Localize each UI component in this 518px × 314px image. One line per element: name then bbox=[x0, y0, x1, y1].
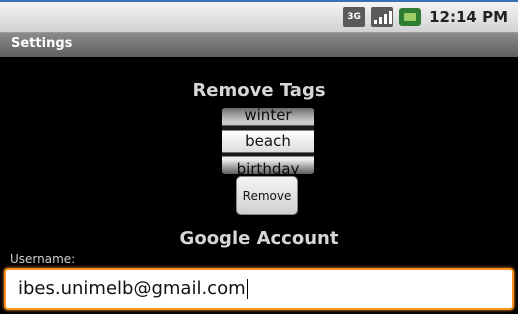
picker-item-winter[interactable]: winter bbox=[222, 108, 314, 126]
remove-tags-heading: Remove Tags bbox=[192, 80, 326, 101]
username-label: Username: bbox=[10, 252, 76, 266]
network-3g-icon: 3G bbox=[343, 7, 366, 27]
app-title: Settings bbox=[11, 36, 73, 51]
battery-icon bbox=[399, 8, 422, 26]
picker-item-beach[interactable]: beach bbox=[222, 130, 314, 153]
remove-button[interactable]: Remove bbox=[236, 176, 298, 215]
username-input[interactable]: ibes.unimelb@gmail.com bbox=[4, 268, 514, 310]
app-title-bar: Settings bbox=[0, 33, 518, 57]
text-caret bbox=[246, 279, 248, 299]
picker-item-birthday[interactable]: birthday bbox=[222, 156, 314, 174]
status-clock: 12:14 PM bbox=[429, 8, 508, 26]
signal-strength-icon bbox=[371, 7, 394, 27]
tag-picker[interactable]: winter beach birthday bbox=[222, 108, 314, 174]
google-account-heading: Google Account bbox=[179, 228, 339, 249]
username-value: ibes.unimelb@gmail.com bbox=[18, 278, 246, 299]
status-bar: 3G 12:14 PM bbox=[0, 2, 518, 33]
status-icons: 3G 12:14 PM bbox=[343, 6, 508, 28]
